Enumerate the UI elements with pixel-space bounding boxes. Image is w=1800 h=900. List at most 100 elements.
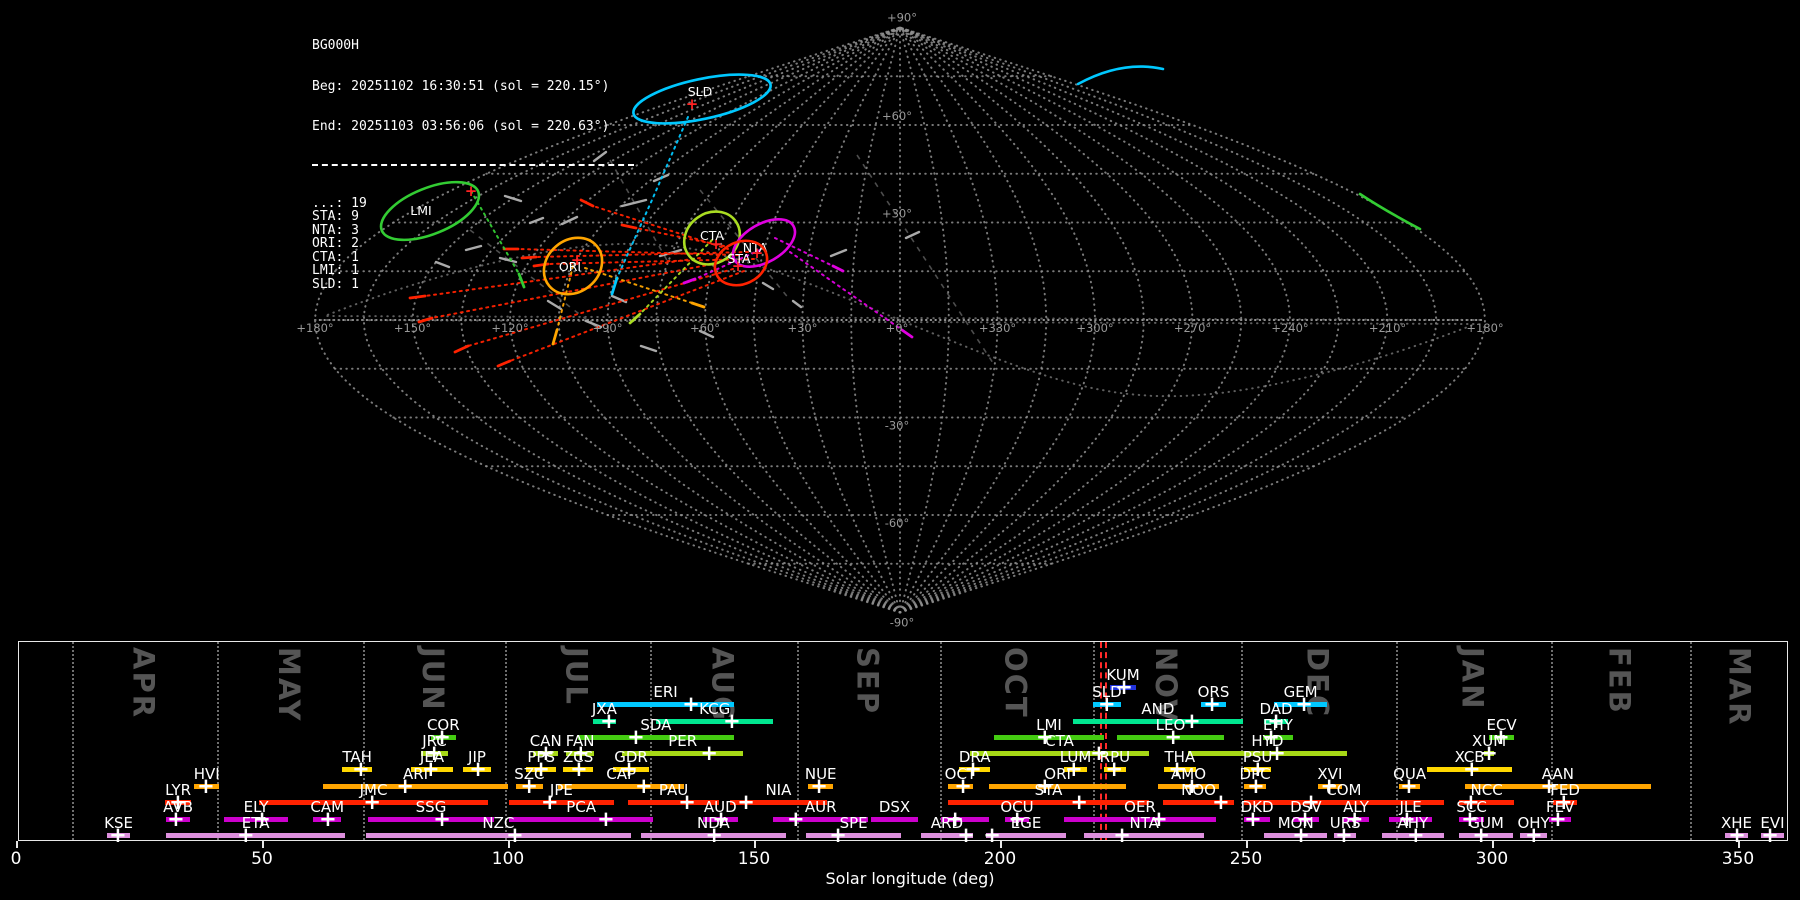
month-label-jan: JAN bbox=[1455, 647, 1490, 711]
lon-label: +330° bbox=[979, 321, 1016, 335]
session-begin: Beg: 20251102 16:30:51 (sol = 220.15°) bbox=[312, 78, 610, 94]
shower-code-pca: PCA bbox=[566, 798, 596, 816]
activity-timeline-panel: APRMAYJUNJULAUGSEPOCTNOVDECJANFEBMARKUM+… bbox=[18, 641, 1788, 846]
shower-bar-sda bbox=[577, 734, 734, 740]
lon-label: +90° bbox=[592, 321, 622, 335]
lat-label: +0° bbox=[886, 321, 909, 335]
shower-count-sta: STA: 9 bbox=[312, 209, 359, 224]
axis-tick bbox=[1492, 841, 1494, 848]
radiant-label-sld: SLD bbox=[688, 84, 713, 99]
lat-label: +60° bbox=[882, 109, 912, 123]
pole-label-north: +90° bbox=[887, 11, 917, 25]
shower-code-ege: EGE bbox=[1010, 814, 1042, 832]
meteor-segment bbox=[682, 277, 697, 285]
shower-bar-jpe bbox=[509, 799, 614, 805]
shower-code-nta: NTA bbox=[1129, 814, 1159, 832]
shower-code-cta: CTA bbox=[1045, 732, 1074, 750]
axis-tick-label: 150 bbox=[737, 849, 771, 869]
axis-tick-label: 300 bbox=[1475, 849, 1509, 869]
shower-bar-spe bbox=[806, 832, 902, 838]
shower-count-cta: CTA: 1 bbox=[312, 249, 359, 265]
axis-tick bbox=[16, 841, 18, 848]
shower-code-per: PER bbox=[668, 732, 698, 750]
radiant-label-cta: CTA bbox=[700, 228, 724, 243]
axis-tick-label: 350 bbox=[1721, 849, 1755, 869]
lon-label: +210° bbox=[1369, 321, 1406, 335]
meteor-segment bbox=[831, 264, 845, 273]
month-boundary-jul bbox=[505, 642, 508, 840]
lon-label: +300° bbox=[1076, 321, 1113, 335]
lat-label: +30° bbox=[882, 207, 912, 221]
shower-bar-kcg bbox=[656, 718, 774, 724]
shower-bar-pca bbox=[509, 816, 654, 822]
month-label-jul: JUL bbox=[559, 647, 594, 706]
month-label-feb: FEB bbox=[1602, 647, 1637, 715]
shower-code-nia: NIA bbox=[765, 781, 792, 799]
month-boundary-oct bbox=[940, 642, 942, 840]
shower-count-sporadic: ...: 19 bbox=[312, 195, 367, 211]
shower-bar-nzc bbox=[365, 832, 631, 838]
meteor-segment bbox=[551, 328, 559, 346]
shower-count-lmi: LMI: 1 bbox=[312, 263, 359, 278]
month-label-jun: JUN bbox=[416, 647, 450, 712]
month-label-apr: APR bbox=[126, 647, 161, 720]
axis-tick bbox=[754, 841, 756, 848]
lon-label: +270° bbox=[1174, 321, 1211, 335]
lat-label: -60° bbox=[885, 516, 910, 530]
meteor-segment bbox=[453, 344, 470, 354]
axis-tick-label: 100 bbox=[491, 849, 525, 869]
lon-label: +180° bbox=[296, 321, 333, 335]
shower-count-sld: SLD: 1 bbox=[312, 276, 359, 292]
lon-label: +240° bbox=[1271, 321, 1308, 335]
lon-label: +30° bbox=[787, 321, 817, 335]
axis-tick bbox=[1000, 841, 1002, 848]
lon-label: +180° bbox=[1466, 321, 1503, 335]
axis-tick bbox=[262, 841, 264, 848]
meteor-segment bbox=[496, 359, 512, 368]
sporadic-trail bbox=[856, 154, 994, 364]
station-id: BG000H bbox=[312, 38, 359, 53]
shower-code-cap: CAP bbox=[606, 765, 637, 783]
month-label-oct: OCT bbox=[998, 647, 1033, 719]
shower-code-noo: NOO bbox=[1181, 781, 1216, 799]
shower-bar-dsx bbox=[871, 816, 918, 822]
shower-code-dsx: DSX bbox=[878, 798, 911, 816]
sporadic-meteor bbox=[761, 281, 775, 291]
sporadic-meteor bbox=[791, 299, 803, 309]
sporadic-meteor bbox=[904, 230, 921, 240]
axis-tick bbox=[1738, 841, 1740, 848]
session-header: BG000H Beg: 20251102 16:30:51 (sol = 220… bbox=[312, 12, 634, 318]
month-label-mar: MAR bbox=[1722, 647, 1757, 727]
radiant-wrap-arc bbox=[1358, 192, 1422, 231]
radiant-ellipse-sld bbox=[632, 73, 772, 125]
pole-label-south: -90° bbox=[890, 616, 915, 630]
shower-code-com: COM bbox=[1326, 781, 1362, 799]
axis-tick-label: 200 bbox=[983, 849, 1017, 869]
radiant-label-sta: STA bbox=[727, 251, 751, 266]
axis-tick bbox=[508, 841, 510, 848]
shower-bar-nta bbox=[1084, 832, 1205, 838]
meteor-observation-figure: + SLD + LMI + ORI + CTA + NTA + STA +90° -90° +60° +30°… bbox=[0, 0, 1800, 900]
shower-bar-sta bbox=[947, 799, 1150, 805]
axis-tick-label: 250 bbox=[1229, 849, 1263, 869]
lon-label: +120° bbox=[491, 321, 528, 335]
shower-bar-ssg bbox=[367, 816, 495, 822]
shower-code-aur: AUR bbox=[804, 798, 837, 816]
meteor-segment bbox=[690, 301, 706, 309]
shower-code-eri: ERI bbox=[653, 683, 678, 701]
month-boundary-apr bbox=[72, 642, 75, 840]
month-boundary-mar bbox=[1690, 642, 1693, 840]
shower-bar-eta bbox=[166, 832, 346, 838]
month-label-sep: SEP bbox=[850, 647, 885, 715]
shower-code-sta: STA bbox=[1034, 781, 1063, 799]
axis-tick bbox=[1246, 841, 1248, 848]
lon-label: +150° bbox=[394, 321, 431, 335]
shower-count-ori: ORI: 2 bbox=[312, 236, 359, 251]
session-end: End: 20251103 03:56:06 (sol = 220.63°) bbox=[312, 119, 610, 134]
header-divider bbox=[312, 163, 634, 166]
lon-label: +60° bbox=[690, 321, 720, 335]
lat-label: -30° bbox=[885, 419, 910, 433]
sporadic-meteor bbox=[639, 344, 658, 353]
grid-meridian bbox=[655, 26, 901, 614]
month-label-may: MAY bbox=[272, 647, 307, 723]
